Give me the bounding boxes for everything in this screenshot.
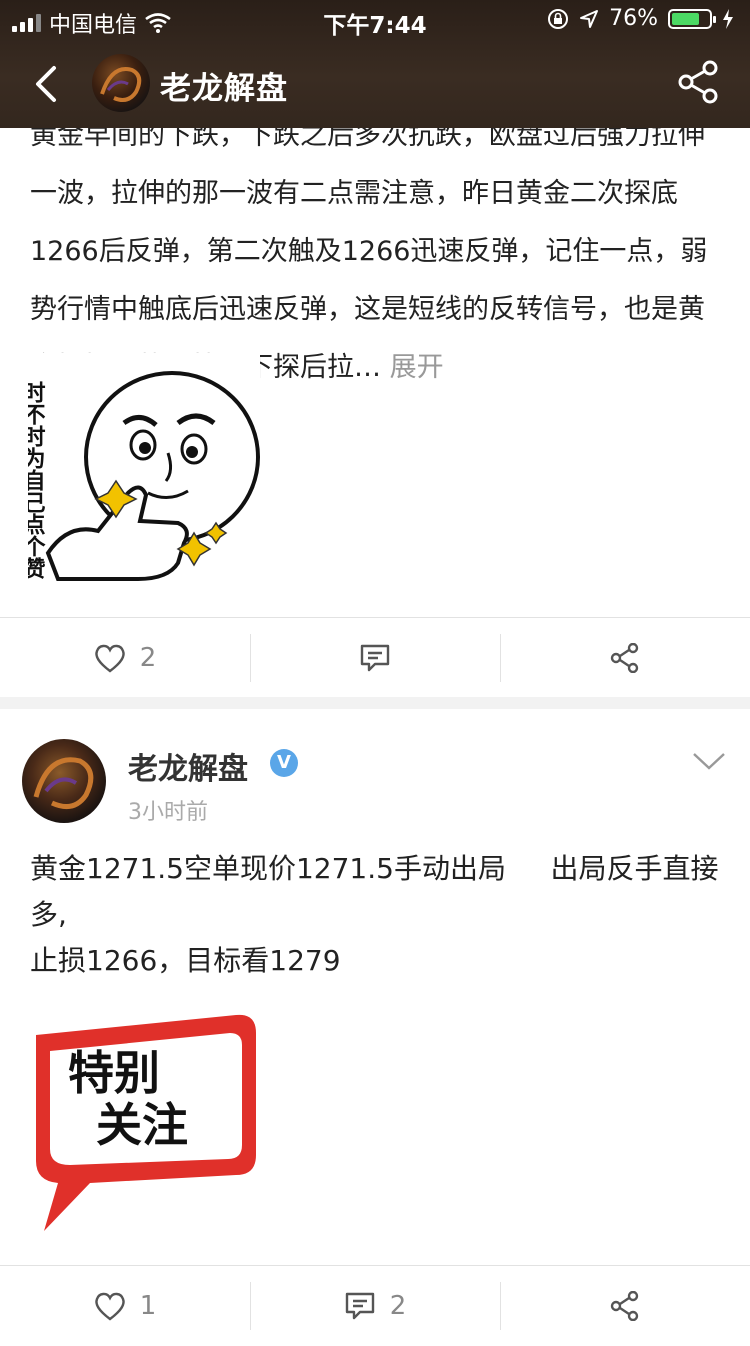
location-icon bbox=[580, 9, 599, 28]
back-icon[interactable] bbox=[28, 64, 68, 104]
lock-rotation-icon bbox=[548, 8, 569, 29]
comment-count: 2 bbox=[389, 1291, 407, 1321]
author-name[interactable]: 老龙解盘 bbox=[128, 744, 248, 788]
like-button[interactable]: 2 bbox=[0, 618, 250, 698]
avatar[interactable] bbox=[22, 739, 106, 823]
battery-icon bbox=[668, 8, 716, 29]
comment-button[interactable] bbox=[250, 618, 500, 698]
share-icon bbox=[610, 1291, 639, 1321]
heart-icon bbox=[95, 1292, 125, 1321]
sticker-image[interactable]: 特别 关注 bbox=[30, 1005, 262, 1237]
chevron-down-icon[interactable] bbox=[692, 750, 726, 772]
post-body: 黄金1271.5空单现价1271.5手动出局 出局反手直接多, 止损1266，目… bbox=[30, 852, 719, 977]
status-right: 76% bbox=[547, 6, 734, 31]
sticker-image[interactable]: 时不时为自己点个赞 bbox=[20, 353, 260, 586]
nav-bar: 老龙解盘 bbox=[0, 44, 750, 124]
verified-badge: V bbox=[270, 749, 298, 777]
share-button[interactable] bbox=[500, 1266, 750, 1346]
post-body: 黄金早间的下跌，下跌之后多次抗跌，欧盘过后强力拉伸一波，拉伸的那一波有二点需注意… bbox=[30, 120, 708, 383]
post-actions: 2 bbox=[0, 617, 750, 698]
comment-button[interactable]: 2 bbox=[250, 1266, 500, 1346]
like-count: 2 bbox=[139, 643, 157, 673]
avatar[interactable] bbox=[92, 54, 150, 112]
status-bar: 中国电信 下午7:44 76% bbox=[0, 0, 750, 40]
battery-percent: 76% bbox=[609, 6, 658, 31]
share-icon bbox=[610, 643, 639, 673]
page-title: 老龙解盘 bbox=[160, 71, 288, 107]
expand-link[interactable]: 展开 bbox=[390, 352, 444, 383]
like-count: 1 bbox=[139, 1291, 157, 1321]
heart-icon bbox=[95, 644, 125, 673]
like-button[interactable]: 1 bbox=[0, 1266, 250, 1346]
share-icon[interactable] bbox=[676, 60, 720, 104]
feed-divider bbox=[0, 697, 750, 709]
sticker-caption: 时不时为自己点个赞 bbox=[28, 381, 47, 580]
comment-icon bbox=[360, 644, 390, 672]
charging-icon bbox=[723, 8, 733, 29]
header: 中国电信 下午7:44 76% 老龙解盘 bbox=[0, 0, 750, 128]
comment-icon bbox=[345, 1292, 374, 1320]
post-time: 3小时前 bbox=[128, 800, 208, 825]
share-button[interactable] bbox=[500, 618, 750, 698]
